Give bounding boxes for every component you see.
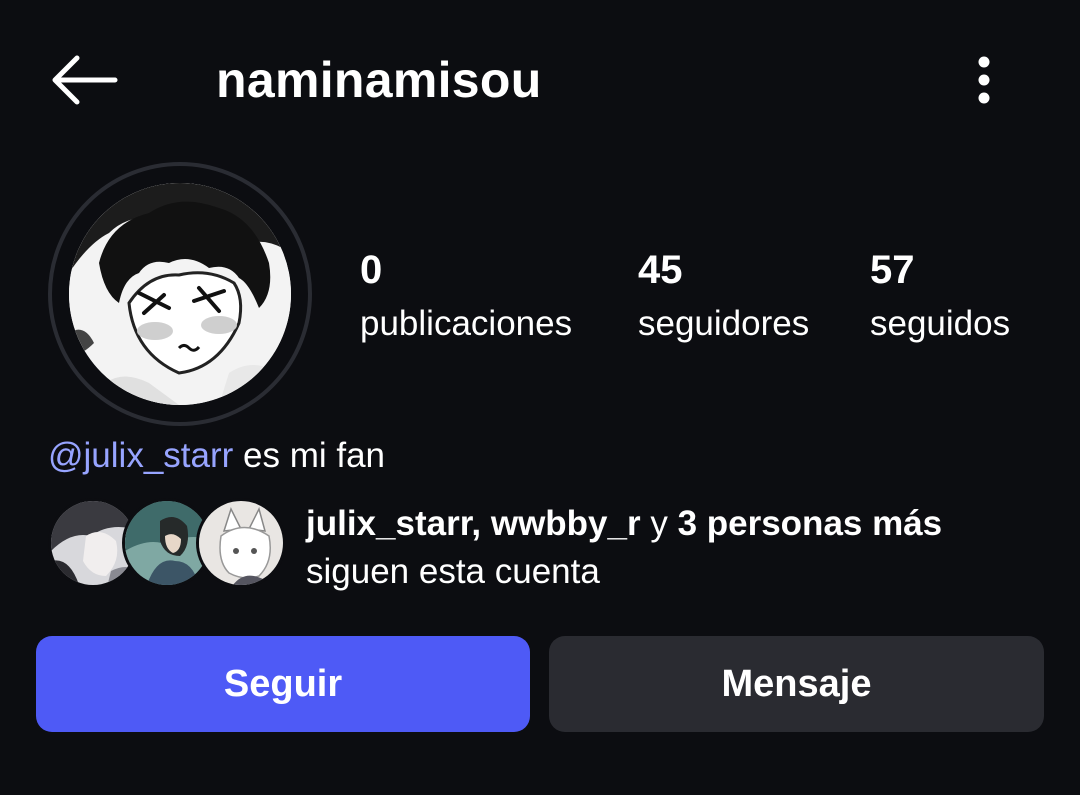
more-options-button[interactable] xyxy=(956,44,1012,116)
stat-posts: 0 publicaciones xyxy=(360,246,572,346)
stat-following[interactable]: 57 seguidos xyxy=(870,246,1010,346)
followers-label: seguidores xyxy=(638,304,810,343)
profile-username: naminamisou xyxy=(216,52,542,108)
mutual-separator: , xyxy=(471,504,491,543)
message-button[interactable]: Mensaje xyxy=(549,636,1044,732)
more-vertical-icon xyxy=(978,56,990,104)
mutual-user-1: julix_starr xyxy=(306,504,472,543)
profile-avatar[interactable] xyxy=(48,162,312,426)
following-label: seguidos xyxy=(870,304,1011,343)
mutual-line-1: julix_starr, wwbby_r y 3 personas más xyxy=(306,500,942,548)
mutual-more: 3 personas más xyxy=(677,504,943,543)
arrow-left-icon xyxy=(52,55,118,105)
back-button[interactable] xyxy=(44,44,124,116)
mutual-conjunction: y xyxy=(640,504,678,543)
posts-count: 0 xyxy=(360,248,383,292)
following-count: 57 xyxy=(870,248,915,292)
mutual-followers-avatars[interactable] xyxy=(48,498,288,590)
profile-picture xyxy=(69,183,291,405)
posts-label: publicaciones xyxy=(360,304,573,343)
mutual-user-2: wwbby_r xyxy=(490,504,641,543)
follow-button[interactable]: Seguir xyxy=(36,636,530,732)
fan-indicator: @julix_starr es mi fan xyxy=(48,432,385,480)
fan-mention-link[interactable]: @julix_starr xyxy=(48,436,233,475)
mutual-line-2: siguen esta cuenta xyxy=(306,552,600,591)
fan-text: es mi fan xyxy=(233,436,386,475)
stat-followers[interactable]: 45 seguidores xyxy=(638,246,809,346)
followers-count: 45 xyxy=(638,248,683,292)
mutual-followers-text[interactable]: julix_starr, wwbby_r y 3 personas más si… xyxy=(306,500,942,596)
mutual-avatar-3 xyxy=(196,498,286,588)
